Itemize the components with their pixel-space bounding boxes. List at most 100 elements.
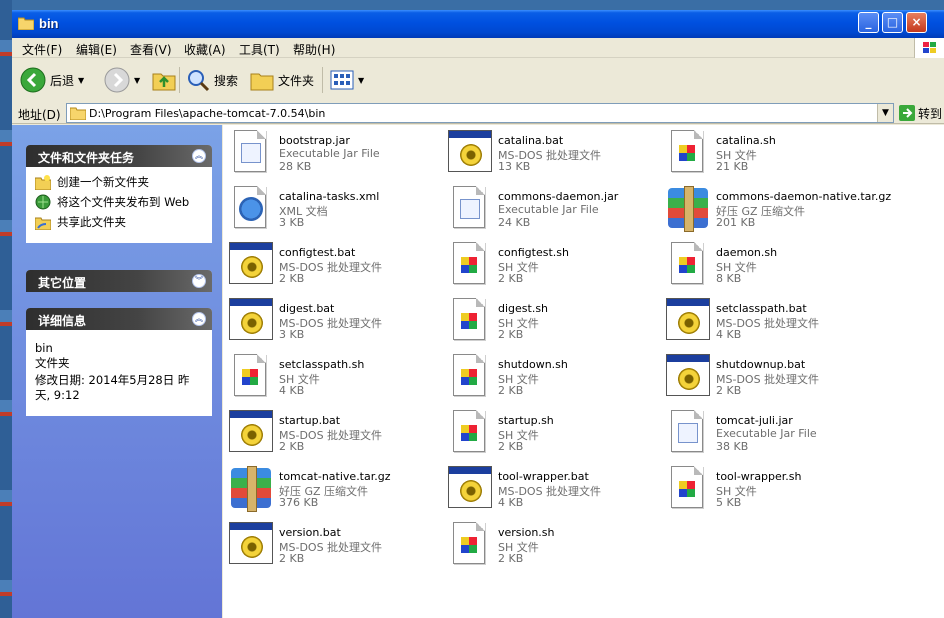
bat-icon [446,128,494,176]
details-header[interactable]: 详细信息 ︽ [26,308,212,330]
xml-icon [227,184,275,232]
file-size: 8 KB [716,272,742,285]
file-type: Executable Jar File [279,147,380,160]
chevron-down-icon[interactable]: ▼ [134,76,140,85]
globe-icon [35,194,51,210]
task-label: 共享此文件夹 [57,215,126,229]
file-item[interactable]: startup.sh SH 文件 2 KB [446,408,664,462]
collapse-icon[interactable]: ︽ [192,312,206,326]
bat-icon [227,240,275,288]
file-item[interactable]: catalina.sh SH 文件 21 KB [664,128,882,182]
file-name: daemon.sh [716,246,778,259]
file-item[interactable]: startup.bat MS-DOS 批处理文件 2 KB [227,408,445,462]
file-size: 4 KB [498,496,524,509]
title-bar[interactable]: bin _ □ × [12,10,944,38]
file-item[interactable]: tomcat-juli.jar Executable Jar File 38 KB [664,408,882,462]
menu-view[interactable]: 查看(V) [130,41,172,58]
search-button[interactable]: 搜索 [186,65,238,95]
details-panel: 详细信息 ︽ bin 文件夹 修改日期: 2014年5月28日 昨天, 9:12 [26,308,212,416]
address-dropdown-button[interactable]: ▼ [877,104,893,122]
file-item[interactable]: tool-wrapper.bat MS-DOS 批处理文件 4 KB [446,464,664,518]
menu-help[interactable]: 帮助(H) [293,41,335,58]
file-name: shutdown.sh [498,358,568,371]
file-item[interactable]: setclasspath.sh SH 文件 4 KB [227,352,445,406]
details-title: 详细信息 [38,314,87,328]
file-item[interactable]: daemon.sh SH 文件 8 KB [664,240,882,294]
file-name: catalina.bat [498,134,564,147]
bat-icon [227,296,275,344]
file-item[interactable]: tomcat-native.tar.gz 好压 GZ 压缩文件 376 KB [227,464,445,518]
file-item[interactable]: tool-wrapper.sh SH 文件 5 KB [664,464,882,518]
file-name: commons-daemon.jar [498,190,619,203]
close-button[interactable]: × [906,12,927,33]
task-new-folder[interactable]: 创建一个新文件夹 [35,174,203,190]
minimize-button[interactable]: _ [858,12,879,33]
expand-icon[interactable]: ︾ [192,274,206,288]
file-name: configtest.sh [498,246,569,259]
maximize-button[interactable]: □ [882,12,903,33]
address-label: 地址(D) [18,108,61,122]
file-size: 28 KB [279,160,312,173]
forward-button[interactable]: ▼ [104,65,140,95]
file-item[interactable]: version.bat MS-DOS 批处理文件 2 KB [227,520,445,574]
file-item[interactable]: bootstrap.jar Executable Jar File 28 KB [227,128,445,182]
task-share-folder[interactable]: 共享此文件夹 [35,214,203,230]
file-item[interactable]: digest.bat MS-DOS 批处理文件 3 KB [227,296,445,350]
views-button[interactable]: ▼ [330,65,364,95]
sh-icon [446,296,494,344]
file-name: setclasspath.bat [716,302,807,315]
address-input[interactable]: D:\Program Files\apache-tomcat-7.0.54\bi… [66,103,894,123]
task-label: 创建一个新文件夹 [57,175,149,189]
file-name: digest.sh [498,302,549,315]
file-item[interactable]: configtest.bat MS-DOS 批处理文件 2 KB [227,240,445,294]
file-type: Executable Jar File [498,203,599,216]
file-item[interactable]: setclasspath.bat MS-DOS 批处理文件 4 KB [664,296,882,350]
file-size: 2 KB [498,552,524,565]
detail-name: bin [35,341,53,355]
back-button[interactable]: 后退 ▼ [20,65,84,95]
file-item[interactable]: shutdownup.bat MS-DOS 批处理文件 2 KB [664,352,882,406]
menu-favorites[interactable]: 收藏(A) [184,41,226,58]
collapse-icon[interactable]: ︽ [192,149,206,163]
file-tasks-header[interactable]: 文件和文件夹任务 ︽ [26,145,212,167]
folders-button[interactable]: 文件夹 [250,65,314,95]
forward-arrow-icon [104,67,130,93]
file-item[interactable]: shutdown.sh SH 文件 2 KB [446,352,664,406]
jar-icon [446,184,494,232]
file-item[interactable]: catalina-tasks.xml XML 文档 3 KB [227,184,445,238]
file-size: 21 KB [716,160,749,173]
desktop-strip [0,0,12,618]
menu-edit[interactable]: 编辑(E) [76,41,117,58]
file-name: configtest.bat [279,246,356,259]
file-item[interactable]: version.sh SH 文件 2 KB [446,520,664,574]
up-folder-button[interactable] [152,65,176,95]
file-name: tomcat-juli.jar [716,414,793,427]
file-item[interactable]: commons-daemon.jar Executable Jar File 24 … [446,184,664,238]
file-size: 201 KB [716,216,756,229]
file-item[interactable]: digest.sh SH 文件 2 KB [446,296,664,350]
bat-icon [664,352,712,400]
file-tasks-body: 创建一个新文件夹 将这个文件夹发布到 Web 共享此文件夹 [26,167,212,243]
file-name: tomcat-native.tar.gz [279,470,391,483]
menu-tools[interactable]: 工具(T) [239,41,280,58]
file-item[interactable]: commons-daemon-native.tar.gz 好压 GZ 压缩文件 20… [664,184,891,238]
file-name: tool-wrapper.bat [498,470,589,483]
chevron-down-icon[interactable]: ▼ [358,76,364,85]
file-name: startup.sh [498,414,554,427]
go-button[interactable]: 转到 [899,104,942,122]
desktop-background [0,0,944,10]
task-publish-web[interactable]: 将这个文件夹发布到 Web [35,194,203,210]
other-places-header[interactable]: 其它位置 ︾ [26,270,212,292]
sh-icon [664,128,712,176]
details-body: bin 文件夹 修改日期: 2014年5月28日 昨天, 9:12 [26,330,212,416]
toolbar-divider [322,67,323,93]
file-size: 2 KB [498,384,524,397]
file-size: 2 KB [279,440,305,453]
chevron-down-icon[interactable]: ▼ [78,76,84,85]
file-item[interactable]: configtest.sh SH 文件 2 KB [446,240,664,294]
file-item[interactable]: catalina.bat MS-DOS 批处理文件 13 KB [446,128,664,182]
folder-up-icon [152,73,176,91]
menu-file[interactable]: 文件(F) [22,41,62,58]
file-size: 2 KB [716,384,742,397]
bat-icon [664,296,712,344]
